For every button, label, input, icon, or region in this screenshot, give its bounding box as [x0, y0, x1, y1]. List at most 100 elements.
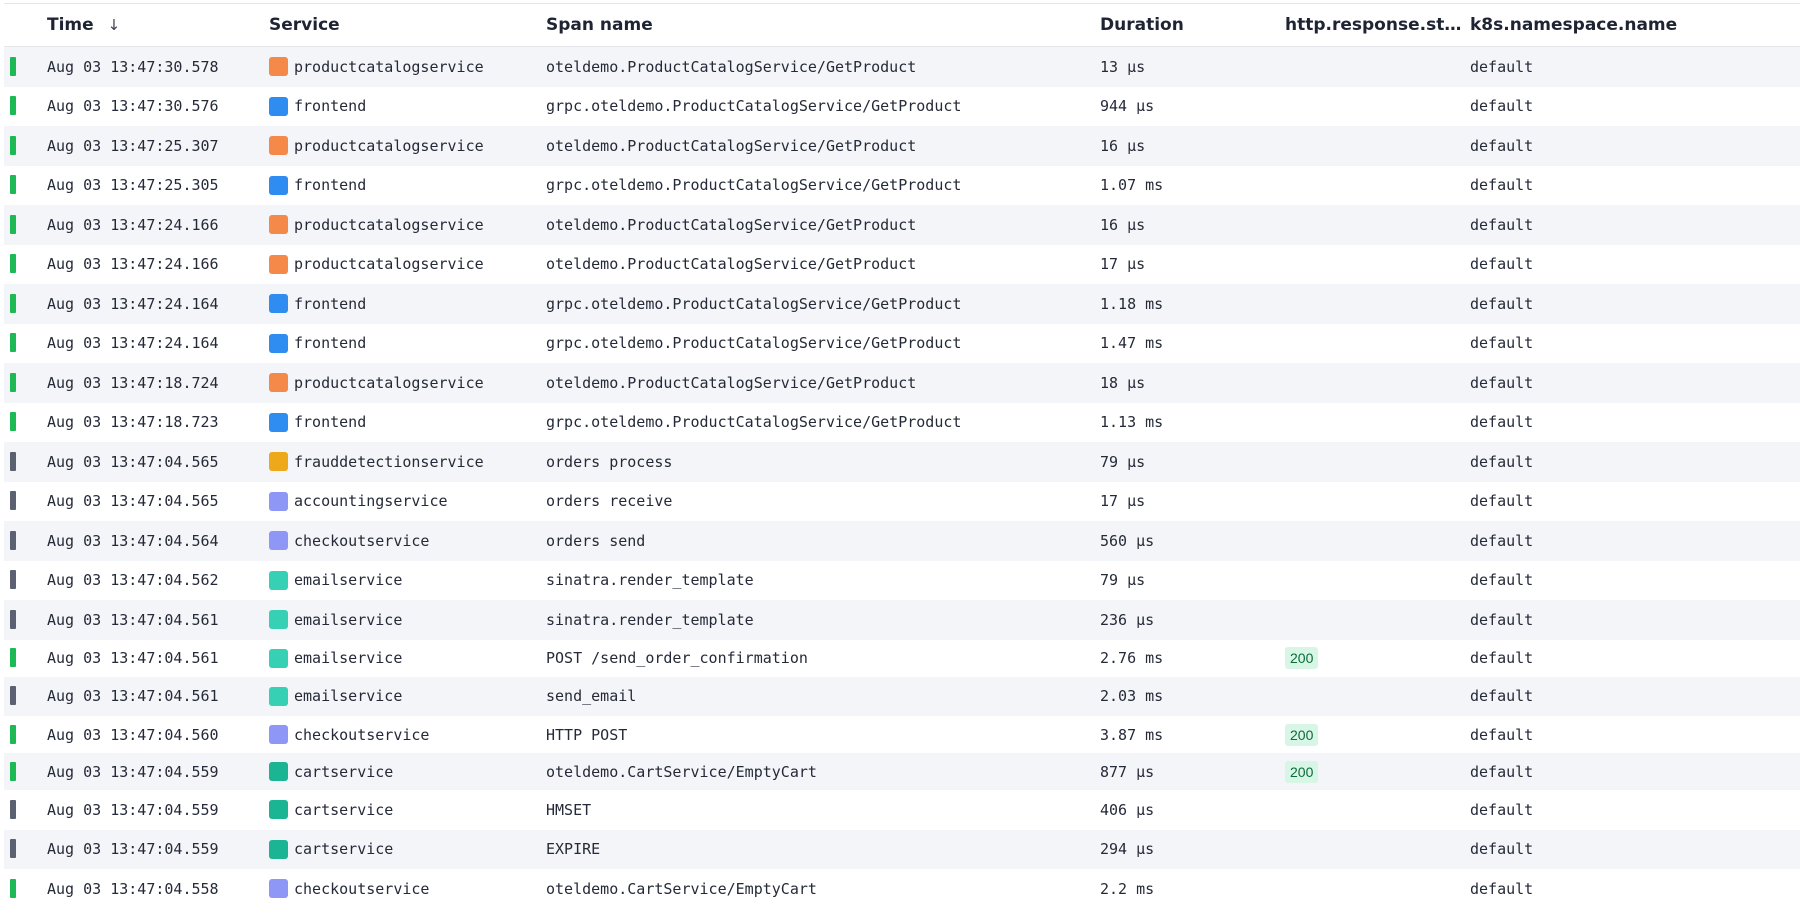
cell-duration: 1.07 ms: [1100, 176, 1164, 195]
service-name: emailservice: [294, 649, 403, 667]
service-color-icon: [269, 570, 288, 590]
cell-time: Aug 03 13:47:04.564: [47, 531, 219, 550]
table-row[interactable]: Aug 03 13:47:24.164 frontend grpc.oteldemo…: [4, 284, 1800, 324]
table-row[interactable]: Aug 03 13:47:04.558 checkoutservice otelde…: [4, 869, 1800, 909]
service-name: checkoutservice: [294, 725, 430, 744]
cell-span-name: sinatra.render_template: [546, 571, 754, 590]
table-row[interactable]: Aug 03 13:47:04.564 checkoutservice orders…: [4, 521, 1800, 561]
cell-http-status: [1285, 482, 1465, 522]
table-row[interactable]: Aug 03 13:47:04.559 cartservice HMSET 406 μ…: [4, 790, 1800, 830]
cell-duration: 877 μs: [1100, 762, 1155, 781]
column-header-http-status[interactable]: http.response.stat…: [1285, 4, 1465, 47]
cell-namespace: default: [1470, 531, 1534, 550]
cell-duration: 17 μs: [1100, 255, 1146, 274]
table-row[interactable]: Aug 03 13:47:04.561 emailservice sinatra.r…: [4, 600, 1800, 640]
table-row[interactable]: Aug 03 13:47:24.166 productcatalogservice…: [4, 205, 1800, 245]
column-header-time[interactable]: Time ↓: [47, 4, 267, 47]
status-indicator: [10, 412, 16, 432]
service-name: frontend: [294, 334, 367, 353]
cell-span-name: oteldemo.ProductCatalogService/GetProduc…: [546, 255, 917, 274]
cell-namespace: default: [1470, 800, 1534, 819]
service-name: frontend: [294, 413, 367, 432]
status-indicator: [10, 648, 16, 667]
table-header: Time ↓ Service Span name Duration http.re…: [4, 4, 1800, 47]
service-color-icon: [269, 57, 288, 77]
cell-http-status: [1285, 284, 1465, 324]
cell-duration: 3.87 ms: [1100, 725, 1164, 744]
cell-service: cartservice: [269, 790, 544, 830]
status-indicator: [10, 491, 16, 511]
cell-namespace: default: [1470, 294, 1534, 313]
cell-service: frontend: [269, 166, 544, 206]
cell-namespace: default: [1470, 649, 1534, 667]
service-name: productcatalogservice: [294, 373, 484, 392]
table-row[interactable]: Aug 03 13:47:04.560 checkoutservice HTTP P…: [4, 716, 1800, 753]
cell-service: productcatalogservice: [269, 363, 544, 403]
cell-service: productcatalogservice: [269, 205, 544, 245]
cell-duration: 2.76 ms: [1100, 649, 1164, 667]
table-row[interactable]: Aug 03 13:47:24.166 productcatalogservice…: [4, 244, 1800, 284]
service-color-icon: [269, 839, 288, 859]
table-row[interactable]: Aug 03 13:47:04.565 accountingservice orde…: [4, 481, 1800, 522]
service-color-icon: [269, 725, 288, 744]
cell-time: Aug 03 13:47:04.565: [47, 492, 219, 511]
table-row[interactable]: Aug 03 13:47:18.724 productcatalogservice…: [4, 363, 1800, 403]
column-header-service[interactable]: Service: [269, 4, 544, 47]
cell-span-name: oteldemo.CartService/EmptyCart: [546, 879, 817, 898]
cell-time: Aug 03 13:47:24.164: [47, 294, 219, 313]
cell-namespace: default: [1470, 610, 1534, 629]
cell-span-name: orders process: [546, 452, 673, 471]
service-color-icon: [269, 254, 288, 274]
service-color-icon: [269, 373, 288, 393]
cell-span-name: oteldemo.ProductCatalogService/GetProduc…: [546, 215, 917, 234]
arrow-down-icon[interactable]: ↓: [108, 4, 121, 47]
cell-time: Aug 03 13:47:30.576: [47, 97, 219, 116]
table-row[interactable]: Aug 03 13:47:04.559 cartservice EXPIRE 294 …: [4, 829, 1800, 870]
service-color-icon: [269, 531, 288, 551]
cell-duration: 294 μs: [1100, 840, 1155, 859]
service-name: frauddetectionservice: [294, 452, 484, 471]
service-color-icon: [269, 175, 288, 195]
cell-service: frontend: [269, 284, 544, 324]
cell-http-status: 200: [1285, 753, 1465, 790]
table-row[interactable]: Aug 03 13:47:04.561 emailservice POST /sen…: [4, 639, 1800, 677]
table-row[interactable]: Aug 03 13:47:18.723 frontend grpc.oteldemo…: [4, 402, 1800, 442]
cell-span-name: HTTP POST: [546, 725, 628, 744]
cell-http-status: [1285, 521, 1465, 561]
table-row[interactable]: Aug 03 13:47:04.559 cartservice oteldemo.C…: [4, 753, 1800, 790]
cell-namespace: default: [1470, 725, 1534, 744]
table-row[interactable]: Aug 03 13:47:30.576 frontend grpc.oteldemo…: [4, 86, 1800, 127]
column-header-span-name[interactable]: Span name: [546, 4, 1096, 47]
status-indicator: [10, 135, 16, 155]
cell-service: frontend: [269, 87, 544, 127]
table-row[interactable]: Aug 03 13:47:25.307 productcatalogservice…: [4, 126, 1800, 166]
cell-namespace: default: [1470, 840, 1534, 859]
column-header-duration[interactable]: Duration: [1100, 4, 1280, 47]
table-row[interactable]: Aug 03 13:47:04.561 emailservice send_emai…: [4, 676, 1800, 716]
service-name: productcatalogservice: [294, 136, 484, 155]
cell-service: checkoutservice: [269, 521, 544, 561]
table-row[interactable]: Aug 03 13:47:04.565 frauddetectionservice…: [4, 442, 1800, 482]
cell-namespace: default: [1470, 879, 1534, 898]
status-badge: 200: [1285, 723, 1319, 746]
table-row[interactable]: Aug 03 13:47:24.164 frontend grpc.oteldemo…: [4, 323, 1800, 363]
cell-http-status: [1285, 869, 1465, 909]
status-badge: 200: [1285, 760, 1319, 783]
column-header-namespace[interactable]: k8s.namespace.name: [1470, 4, 1770, 47]
status-indicator: [10, 761, 16, 781]
cell-time: Aug 03 13:47:04.559: [47, 762, 219, 781]
cell-service: cartservice: [269, 830, 544, 870]
cell-http-status: [1285, 87, 1465, 127]
cell-service: accountingservice: [269, 482, 544, 522]
status-indicator: [10, 293, 16, 313]
cell-span-name: grpc.oteldemo.ProductCatalogService/GetP…: [546, 176, 962, 195]
cell-span-name: oteldemo.ProductCatalogService/GetProduc…: [546, 136, 917, 155]
cell-duration: 79 μs: [1100, 571, 1146, 590]
cell-time: Aug 03 13:47:25.307: [47, 136, 219, 155]
cell-http-status: [1285, 47, 1465, 87]
cell-http-status: [1285, 126, 1465, 166]
cell-time: Aug 03 13:47:24.166: [47, 215, 219, 234]
table-row[interactable]: Aug 03 13:47:25.305 frontend grpc.oteldemo…: [4, 165, 1800, 206]
table-row[interactable]: Aug 03 13:47:04.562 emailservice sinatra.r…: [4, 560, 1800, 600]
table-row[interactable]: Aug 03 13:47:30.578 productcatalogservice…: [4, 47, 1800, 87]
